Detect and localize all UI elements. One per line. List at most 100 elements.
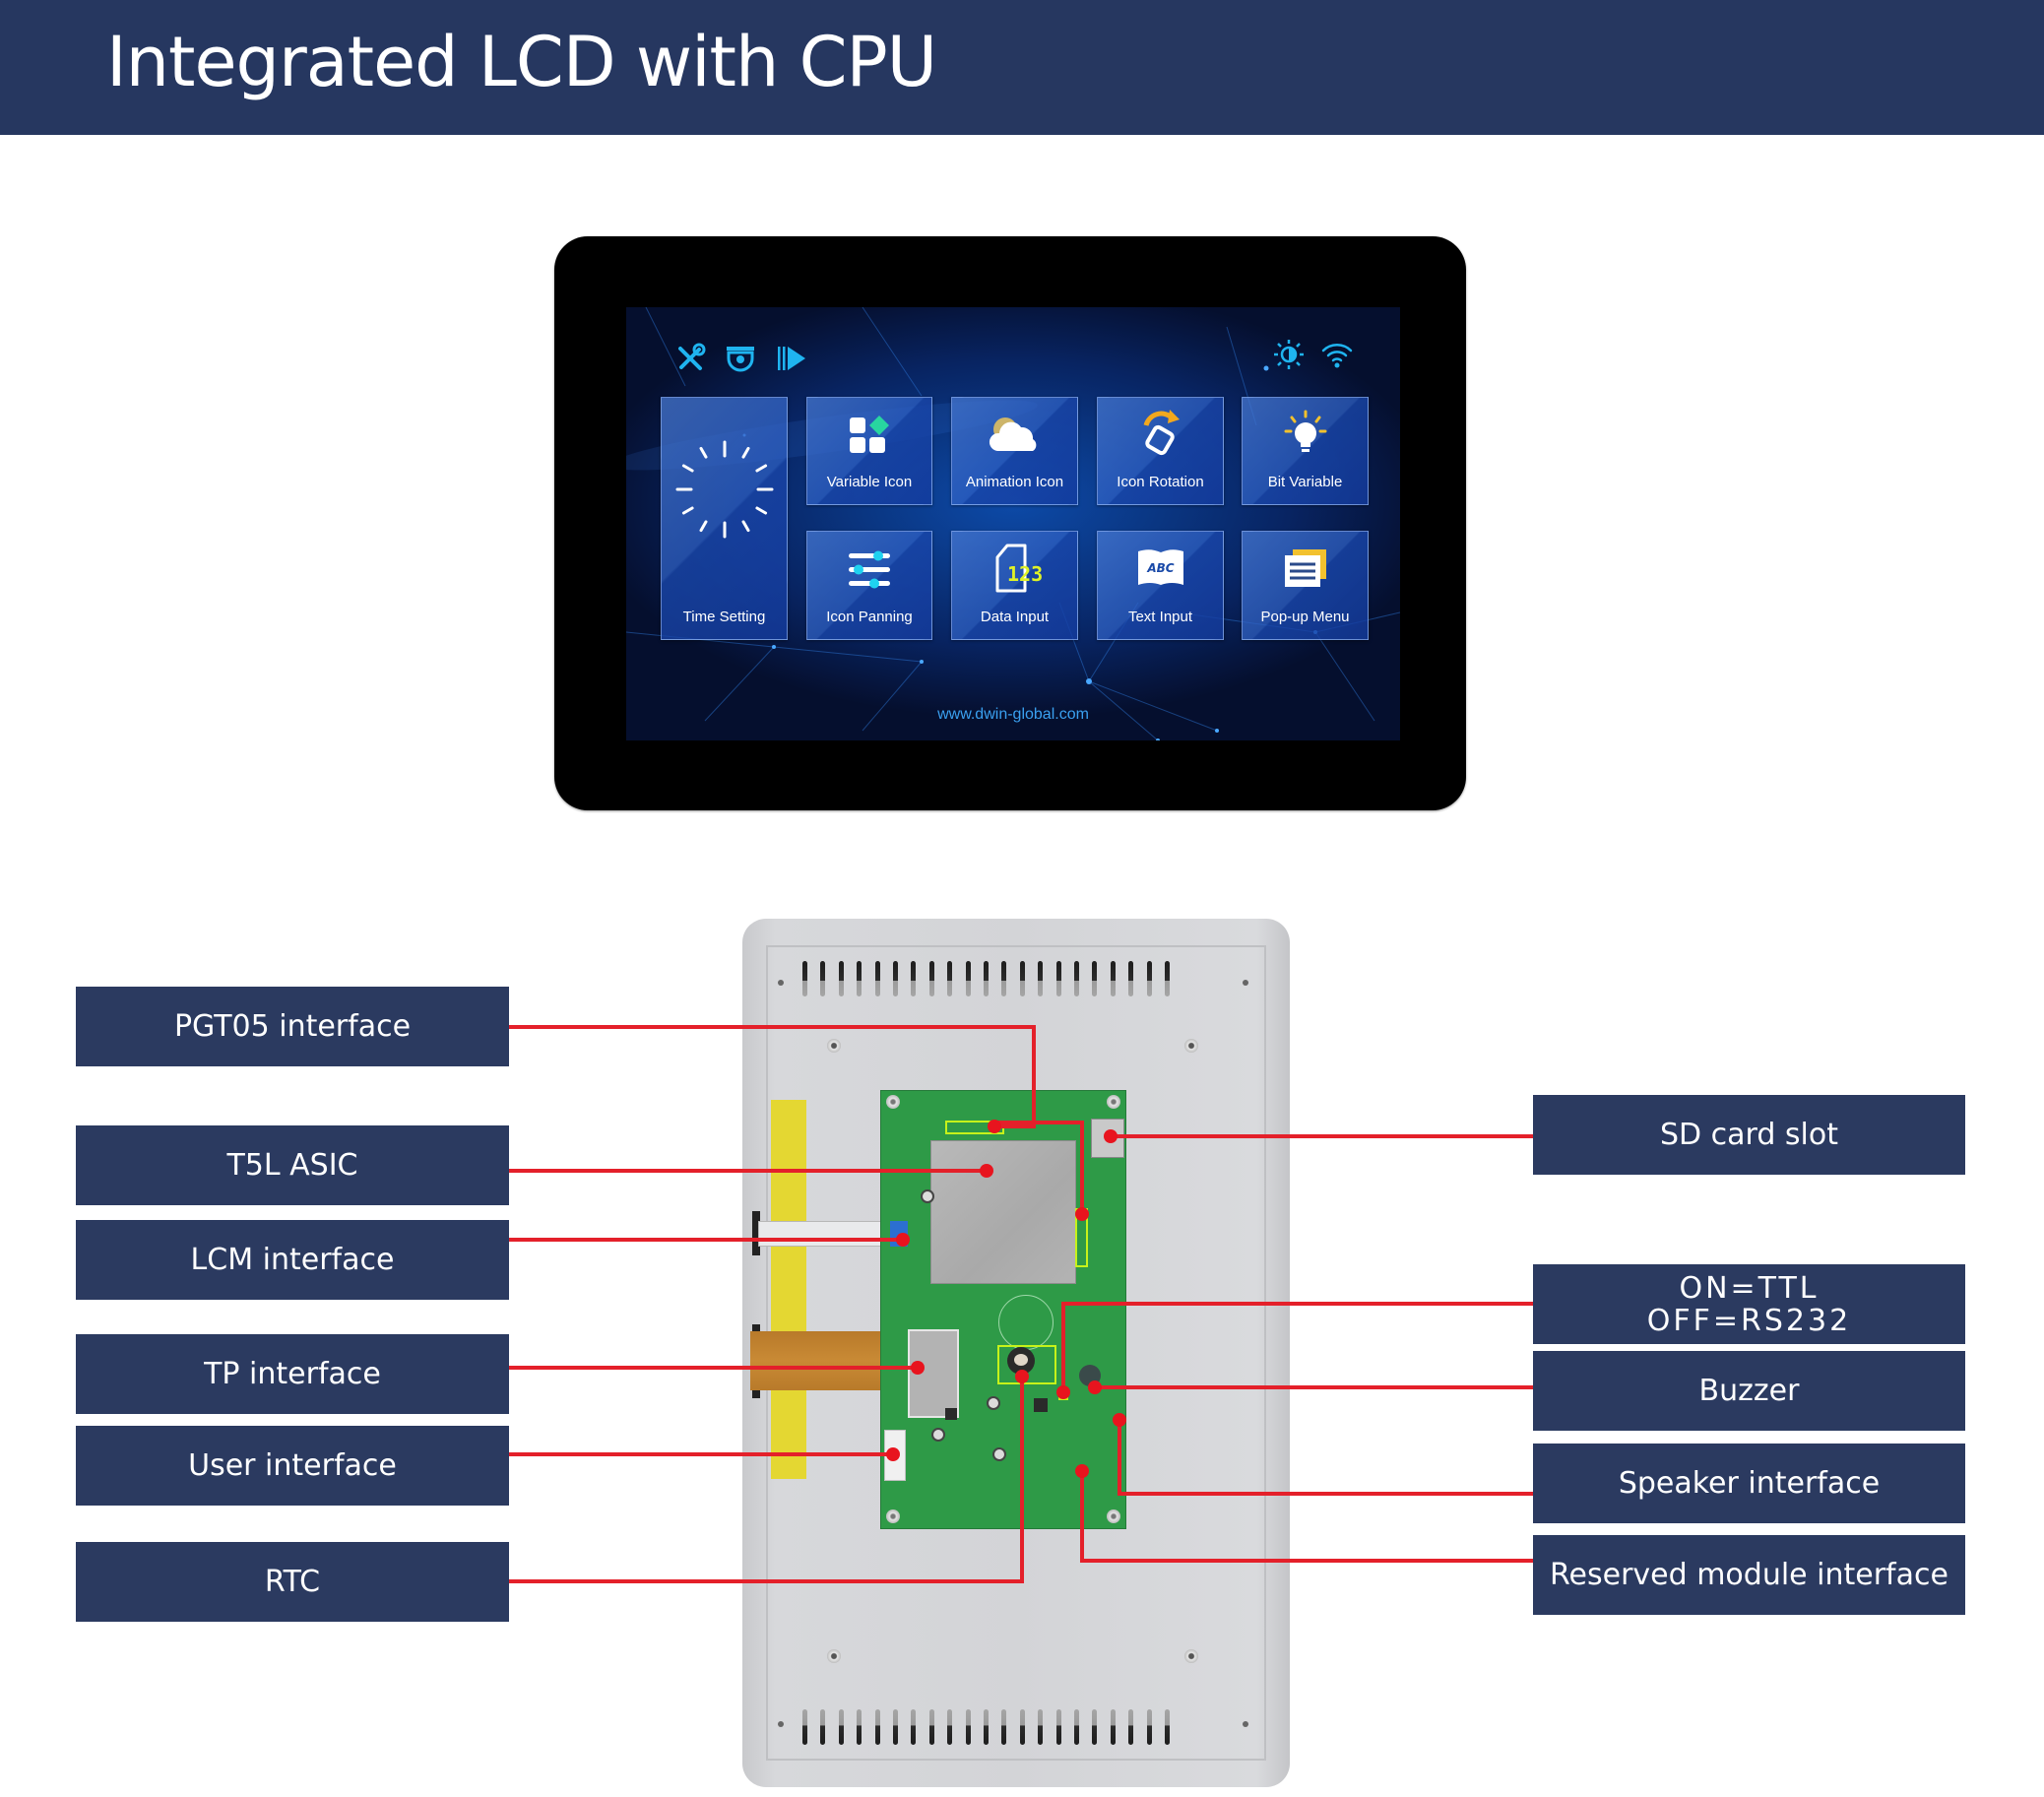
vent-slot — [1055, 1709, 1061, 1745]
header-banner: Integrated LCD with CPU — [0, 0, 2044, 135]
vent-slot — [802, 1709, 807, 1745]
vent-slot — [893, 961, 898, 996]
label-t5l-asic: T5L ASIC — [76, 1125, 509, 1205]
tools-icon[interactable] — [672, 341, 708, 376]
vent-slot — [857, 1709, 862, 1745]
vent-slot — [893, 1709, 898, 1745]
callout-line-ttl — [1061, 1302, 1535, 1306]
clock-tick — [741, 520, 749, 533]
vent-slot — [947, 961, 953, 996]
mounting-stud — [827, 1649, 841, 1663]
callout-line-buzzer — [1093, 1385, 1535, 1389]
vent-slot — [928, 1709, 934, 1745]
number-file-icon: 123 — [995, 544, 1043, 593]
capacitor — [992, 1447, 1006, 1461]
callout-line-pgt05 — [507, 1025, 1036, 1029]
label-speaker-interface: Speaker interface — [1533, 1444, 1965, 1523]
ic-chip — [945, 1408, 957, 1420]
play-icon[interactable] — [774, 341, 809, 376]
capacitor — [931, 1428, 945, 1442]
camera-icon[interactable] — [723, 341, 758, 376]
wifi-icon[interactable] — [1319, 337, 1355, 372]
vent-slot — [947, 1709, 953, 1745]
vent-slot — [984, 961, 989, 996]
tile-label: Variable Icon — [826, 474, 913, 490]
tile-label: Icon Rotation — [1117, 474, 1204, 490]
rivet — [778, 980, 784, 986]
clock-tick — [699, 520, 707, 533]
label-rtc: RTC — [76, 1542, 509, 1622]
vent-slot — [1074, 961, 1079, 996]
website-url[interactable]: www.dwin-global.com — [626, 706, 1400, 724]
vent-slot — [1001, 961, 1007, 996]
callout-line-t5l — [507, 1169, 989, 1173]
vent-slot — [1146, 961, 1152, 996]
rivet — [1243, 980, 1248, 986]
svg-text:ABC: ABC — [1146, 561, 1174, 575]
pcb-screw — [886, 1509, 900, 1523]
label-ttl-rs232-switch: ON=TTL OFF=RS232 — [1533, 1264, 1965, 1344]
cloud-icon — [989, 417, 1036, 451]
t5l-asic-shield — [930, 1140, 1076, 1284]
vent-slot — [965, 1709, 971, 1745]
vent-slot — [874, 961, 880, 996]
ic-chip — [1034, 1398, 1048, 1412]
tile-time-setting[interactable]: Time Setting — [661, 397, 788, 640]
vent-slot — [965, 961, 971, 996]
vent-slot — [1110, 961, 1116, 996]
tile-label: Time Setting — [682, 609, 766, 625]
menu-stack-icon — [1284, 549, 1326, 587]
capacitor — [987, 1396, 1000, 1410]
clock-tick — [754, 464, 767, 473]
label-pgt05-interface: PGT05 interface — [76, 987, 509, 1066]
callout-dot-pgt05 — [1075, 1207, 1089, 1221]
callout-line-ttl — [1061, 1302, 1065, 1394]
pcb-screw — [1107, 1509, 1120, 1523]
tile-label: Bit Variable — [1267, 474, 1343, 490]
vent-slot — [802, 961, 807, 996]
vent-slot — [838, 1709, 844, 1745]
brightness-icon[interactable] — [1271, 337, 1307, 372]
vent-slot — [874, 1709, 880, 1745]
callout-line-reserved — [1080, 1559, 1535, 1563]
tile-icon-rotation[interactable]: Icon Rotation — [1097, 397, 1224, 505]
rivet — [778, 1721, 784, 1727]
tile-data-input[interactable]: 123 Data Input — [951, 531, 1078, 640]
label-buzzer: Buzzer — [1533, 1351, 1965, 1431]
callout-line-speaker — [1118, 1492, 1535, 1496]
clock-tick — [754, 506, 767, 515]
tile-label: Animation Icon — [965, 474, 1064, 490]
vent-slot — [984, 1709, 989, 1745]
label-reserved-module-interface: Reserved module interface — [1533, 1535, 1965, 1615]
callout-line-sd — [1109, 1134, 1535, 1138]
callout-dot-t5l — [980, 1164, 993, 1178]
tile-label: Pop-up Menu — [1260, 609, 1350, 625]
clock-tick — [681, 506, 694, 515]
clock-tick — [699, 446, 707, 459]
vent-slot — [820, 1709, 826, 1745]
tile-popup-menu[interactable]: Pop-up Menu — [1242, 531, 1369, 640]
callout-line-pgt05 — [1080, 1121, 1084, 1216]
callout-line-rtc — [1020, 1375, 1024, 1583]
tile-text-input[interactable]: ABC Text Input — [1097, 531, 1224, 640]
lightbulb-icon — [1284, 410, 1326, 452]
capacitor — [921, 1189, 934, 1203]
tile-bit-variable[interactable]: Bit Variable — [1242, 397, 1369, 505]
tile-icon-panning[interactable]: Icon Panning — [806, 531, 932, 640]
vent-slot — [1001, 1709, 1007, 1745]
callout-dot-buzzer — [1088, 1380, 1102, 1394]
vent-slot — [1019, 1709, 1025, 1745]
callout-line-speaker — [1118, 1418, 1121, 1496]
pcb-screw — [886, 1095, 900, 1109]
tile-animation-icon[interactable]: Animation Icon — [951, 397, 1078, 505]
callout-line-lcm — [507, 1238, 905, 1242]
callout-dot-user — [886, 1447, 900, 1461]
label-sd-card-slot: SD card slot — [1533, 1095, 1965, 1175]
pcb-screw — [1107, 1095, 1120, 1109]
callout-line-pgt05 — [1032, 1025, 1036, 1124]
vent-slot — [1128, 1709, 1134, 1745]
svg-text:123: 123 — [1007, 562, 1043, 586]
vent-slot — [1092, 1709, 1098, 1745]
callout-dot-ttl — [1056, 1385, 1070, 1399]
tile-variable-icon[interactable]: Variable Icon — [806, 397, 932, 505]
